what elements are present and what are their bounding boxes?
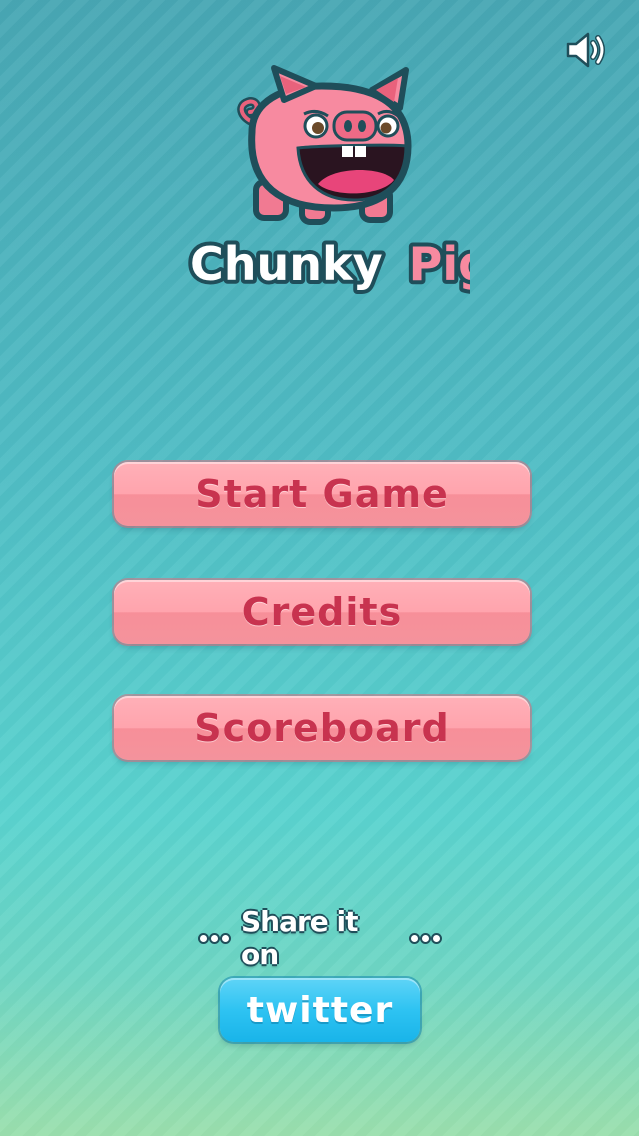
scoreboard-button[interactable]: Scoreboard [114, 696, 530, 760]
credits-label: Credits [241, 590, 403, 634]
share-label: Share it on [241, 905, 359, 971]
game-title-chunky: Chunky [190, 237, 383, 291]
scoreboard-label: Scoreboard [194, 706, 450, 750]
twitter-share-button[interactable]: twitter [220, 978, 420, 1042]
pig-mascot-logo [222, 62, 422, 232]
svg-text:Chunky Pig: Chunky Pig [190, 237, 470, 291]
speaker-volume-icon [566, 32, 605, 68]
game-title: Chunky Pig [170, 228, 495, 298]
start-game-label: Start Game [195, 472, 449, 516]
share-row: Share it on [200, 905, 440, 971]
dots-right-icon [411, 934, 440, 942]
game-title-pig: Pig [409, 237, 470, 291]
dots-left-icon [200, 934, 229, 942]
credits-button[interactable]: Credits [114, 580, 530, 644]
twitter-label: twitter [246, 989, 394, 1031]
sound-toggle-button[interactable] [562, 30, 608, 70]
start-game-button[interactable]: Start Game [114, 462, 530, 526]
